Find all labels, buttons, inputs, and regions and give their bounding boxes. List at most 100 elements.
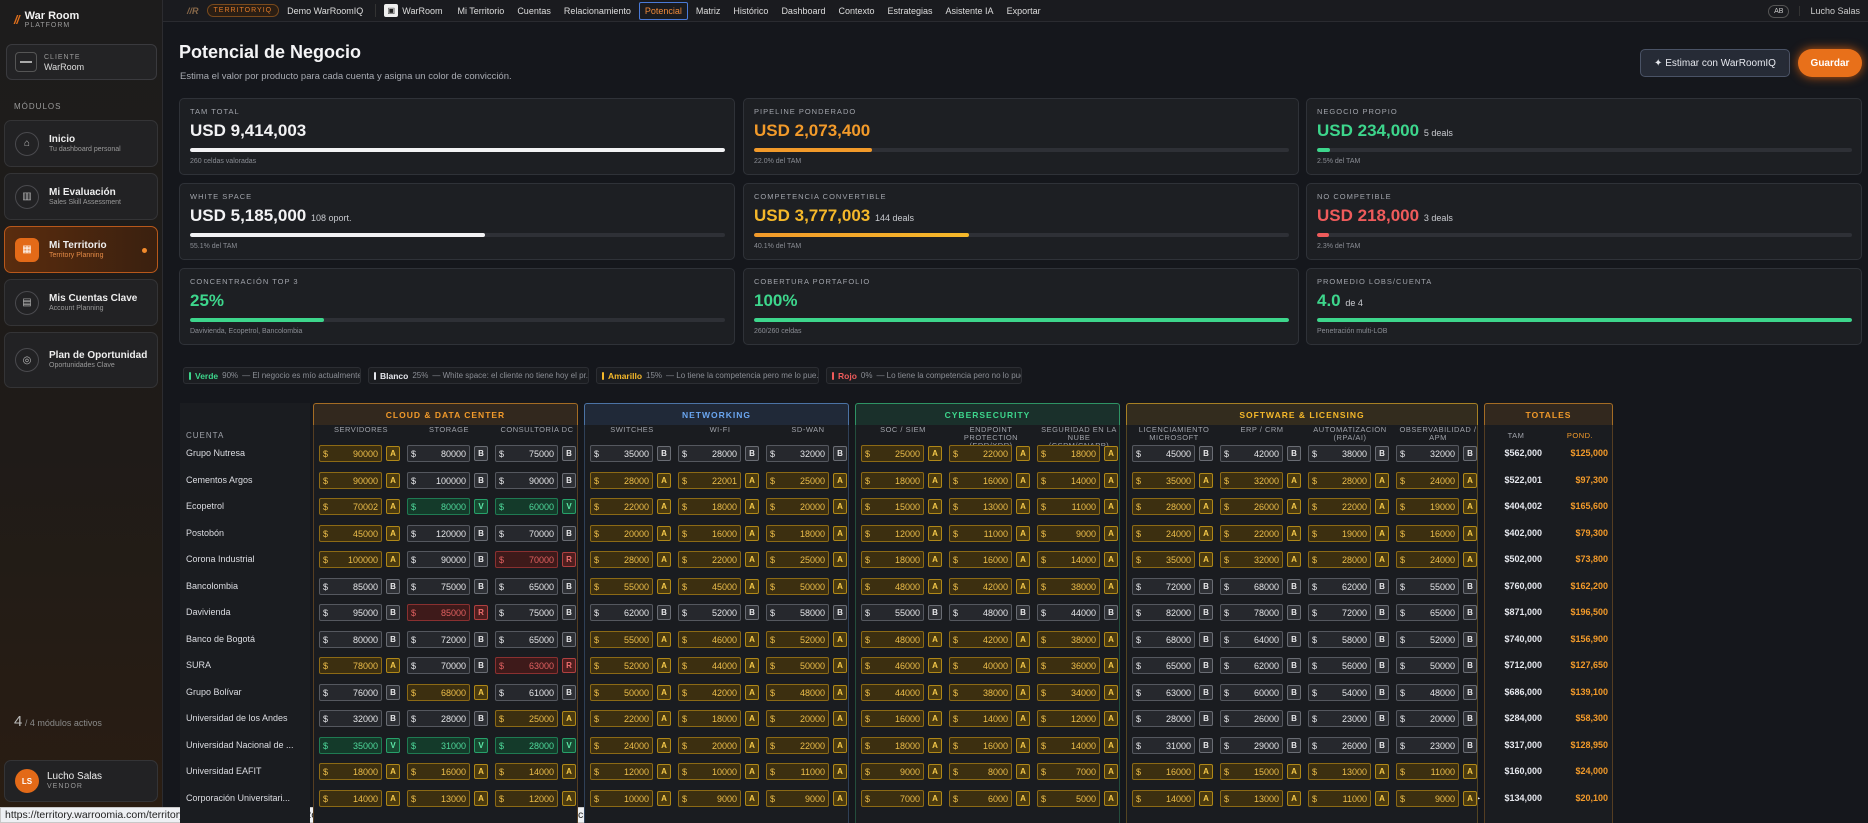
account-name[interactable]: Banco de Bogotá [186,634,296,644]
potential-value-input[interactable]: $45000 [678,578,741,595]
conviction-color-toggle[interactable]: A [1287,526,1301,541]
conviction-color-toggle[interactable]: B [1287,446,1301,461]
potential-value-input[interactable]: $80000 [407,498,470,515]
conviction-color-toggle[interactable]: V [386,738,400,753]
conviction-color-toggle[interactable]: B [1375,605,1389,620]
conviction-color-toggle[interactable]: A [928,764,942,779]
conviction-color-toggle[interactable]: A [1016,446,1030,461]
potential-value-input[interactable]: $65000 [1132,657,1195,674]
potential-value-input[interactable]: $18000 [678,498,741,515]
potential-value-input[interactable]: $22000 [1220,525,1283,542]
potential-value-input[interactable]: $42000 [1220,445,1283,462]
potential-value-input[interactable]: $18000 [319,763,382,780]
potential-value-input[interactable]: $28000 [678,445,741,462]
potential-value-input[interactable]: $63000 [1132,684,1195,701]
potential-value-input[interactable]: $100000 [319,551,382,568]
conviction-color-toggle[interactable]: A [833,552,847,567]
potential-value-input[interactable]: $72000 [1132,578,1195,595]
potential-value-input[interactable]: $13000 [1308,763,1371,780]
potential-value-input[interactable]: $34000 [1037,684,1100,701]
potential-value-input[interactable]: $16000 [949,472,1012,489]
account-name[interactable]: Universidad Nacional de ... [186,740,296,750]
potential-value-input[interactable]: $11000 [1037,498,1100,515]
potential-value-input[interactable]: $28000 [1308,551,1371,568]
potential-value-input[interactable]: $50000 [766,578,829,595]
potential-value-input[interactable]: $5000 [1037,790,1100,807]
conviction-color-toggle[interactable]: V [474,499,488,514]
potential-value-input[interactable]: $9000 [1037,525,1100,542]
potential-value-input[interactable]: $14000 [495,763,558,780]
conviction-color-toggle[interactable]: B [386,711,400,726]
conviction-color-toggle[interactable]: A [657,579,671,594]
conviction-color-toggle[interactable]: A [928,552,942,567]
potential-value-input[interactable]: $26000 [1308,737,1371,754]
potential-value-input[interactable]: $14000 [319,790,382,807]
conviction-color-toggle[interactable]: B [1104,605,1118,620]
conviction-color-toggle[interactable]: A [1375,473,1389,488]
potential-value-input[interactable]: $45000 [1132,445,1195,462]
potential-value-input[interactable]: $28000 [1132,498,1195,515]
potential-value-input[interactable]: $62000 [1308,578,1371,595]
conviction-color-toggle[interactable]: A [1104,738,1118,753]
potential-value-input[interactable]: $16000 [1396,525,1459,542]
potential-value-input[interactable]: $28000 [590,551,653,568]
conviction-color-toggle[interactable]: A [1104,526,1118,541]
conviction-color-toggle[interactable]: B [1199,685,1213,700]
conviction-color-toggle[interactable]: B [928,605,942,620]
potential-value-input[interactable]: $16000 [678,525,741,542]
conviction-color-toggle[interactable]: A [1199,552,1213,567]
conviction-color-toggle[interactable]: B [1463,658,1477,673]
conviction-color-toggle[interactable]: A [386,446,400,461]
conviction-color-toggle[interactable]: A [474,791,488,806]
conviction-color-toggle[interactable]: A [562,711,576,726]
potential-value-input[interactable]: $85000 [319,578,382,595]
account-name[interactable]: SURA [186,660,296,670]
potential-value-input[interactable]: $18000 [766,525,829,542]
potential-value-input[interactable]: $62000 [590,604,653,621]
conviction-color-toggle[interactable]: A [1375,791,1389,806]
conviction-color-toggle[interactable]: A [1016,685,1030,700]
potential-value-input[interactable]: $50000 [1396,657,1459,674]
conviction-color-toggle[interactable]: R [474,605,488,620]
potential-value-input[interactable]: $80000 [319,631,382,648]
conviction-color-toggle[interactable]: A [833,764,847,779]
conviction-color-toggle[interactable]: B [657,605,671,620]
conviction-color-toggle[interactable]: B [562,446,576,461]
potential-value-input[interactable]: $9000 [678,790,741,807]
conviction-color-toggle[interactable]: B [1375,579,1389,594]
conviction-color-toggle[interactable]: A [1016,552,1030,567]
conviction-color-toggle[interactable]: B [1375,658,1389,673]
potential-value-input[interactable]: $32000 [1396,445,1459,462]
potential-value-input[interactable]: $10000 [678,763,741,780]
potential-value-input[interactable]: $52000 [590,657,653,674]
conviction-color-toggle[interactable]: A [657,526,671,541]
potential-value-input[interactable]: $58000 [1308,631,1371,648]
conviction-color-toggle[interactable]: B [562,526,576,541]
potential-value-input[interactable]: $16000 [949,737,1012,754]
potential-value-input[interactable]: $23000 [1308,710,1371,727]
potential-value-input[interactable]: $90000 [319,445,382,462]
potential-value-input[interactable]: $25000 [766,551,829,568]
potential-value-input[interactable]: $14000 [1037,472,1100,489]
conviction-color-toggle[interactable]: A [386,658,400,673]
potential-value-input[interactable]: $36000 [1037,657,1100,674]
potential-value-input[interactable]: $16000 [1132,763,1195,780]
conviction-color-toggle[interactable]: A [386,499,400,514]
potential-value-input[interactable]: $7000 [1037,763,1100,780]
potential-value-input[interactable]: $20000 [1396,710,1459,727]
potential-value-input[interactable]: $19000 [1396,498,1459,515]
conviction-color-toggle[interactable]: A [1016,632,1030,647]
potential-value-input[interactable]: $13000 [1220,790,1283,807]
conviction-color-toggle[interactable]: A [833,473,847,488]
conviction-color-toggle[interactable]: A [928,738,942,753]
potential-value-input[interactable]: $62000 [1220,657,1283,674]
conviction-color-toggle[interactable]: B [386,579,400,594]
potential-value-input[interactable]: $20000 [766,498,829,515]
potential-value-input[interactable]: $68000 [407,684,470,701]
conviction-color-toggle[interactable]: A [1016,473,1030,488]
conviction-color-toggle[interactable]: A [928,711,942,726]
potential-value-input[interactable]: $46000 [861,657,924,674]
conviction-color-toggle[interactable]: A [1104,579,1118,594]
potential-value-input[interactable]: $12000 [590,763,653,780]
potential-value-input[interactable]: $75000 [495,445,558,462]
